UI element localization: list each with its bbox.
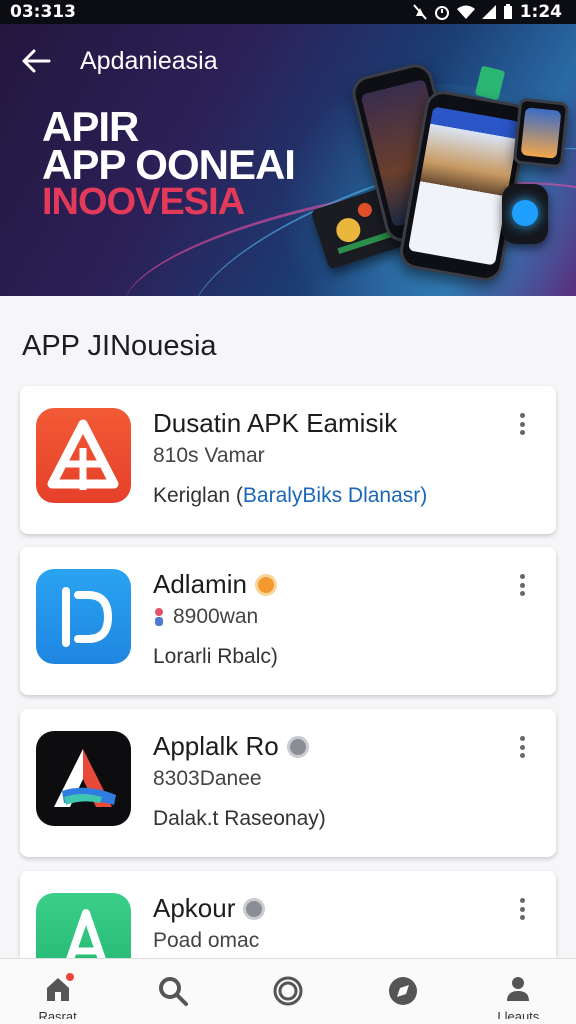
app-subtitle: 8303Danee bbox=[153, 767, 262, 790]
dot-icon bbox=[519, 582, 525, 588]
bottom-navigation: Rasrat Lleauts bbox=[0, 958, 576, 1024]
arrow-left-icon bbox=[22, 49, 51, 73]
more-options-button[interactable] bbox=[512, 571, 532, 599]
nav-item-search[interactable] bbox=[133, 975, 213, 1023]
triangle-logo-icon bbox=[36, 408, 131, 503]
back-button[interactable] bbox=[18, 46, 54, 76]
people-icon bbox=[155, 608, 163, 626]
d-logo-icon bbox=[36, 569, 131, 664]
dot-icon bbox=[519, 744, 525, 750]
nav-item-explore[interactable] bbox=[248, 975, 328, 1023]
app-name-text: Adlamin bbox=[153, 569, 247, 599]
page-title: Apdanieasia bbox=[80, 47, 218, 75]
status-bar: 03:313 1:24 bbox=[0, 0, 576, 24]
app-subtitle: 810s Vamar bbox=[153, 444, 265, 467]
battery-icon bbox=[503, 4, 512, 19]
dot-icon bbox=[519, 898, 525, 903]
hero-banner: Apdanieasia APIR APP OONEAI INOOVESIA bbox=[0, 24, 576, 296]
app-name: Dusatin APK Eamisik bbox=[153, 408, 397, 439]
status-clock: 1:24 bbox=[519, 2, 562, 22]
dot-icon bbox=[519, 413, 525, 418]
phone-illustration-small bbox=[512, 97, 570, 169]
hero-headline-line-3: INOOVESIA bbox=[42, 181, 245, 223]
nav-label: Rasrat bbox=[38, 1009, 77, 1019]
dot-icon bbox=[519, 915, 525, 920]
app-card[interactable]: Adlamin 8900wan Lorarli Rbalc) bbox=[20, 547, 556, 695]
nav-item-profile[interactable]: Lleauts bbox=[478, 975, 558, 1019]
app-name-text: Applalk Ro bbox=[153, 731, 279, 761]
search-icon bbox=[158, 977, 188, 1006]
hero-headline-line-2: APP OONEAI bbox=[42, 141, 296, 188]
more-options-button[interactable] bbox=[512, 410, 532, 438]
nav-item-compass[interactable] bbox=[363, 975, 443, 1023]
app-name: Adlamin bbox=[153, 569, 277, 600]
app-description: Dalak.t Raseonay) bbox=[153, 807, 326, 830]
dot-icon bbox=[519, 591, 525, 596]
app-subtitle-text: 8900wan bbox=[173, 605, 259, 628]
app-card[interactable]: Applalk Ro 8303Danee Dalak.t Raseonay) bbox=[20, 709, 556, 857]
mute-icon bbox=[412, 4, 427, 20]
nav-item-home[interactable]: Rasrat bbox=[18, 973, 98, 1019]
nav-label: Lleauts bbox=[497, 1009, 540, 1019]
profile-icon bbox=[507, 977, 530, 1001]
app-name: Apkour bbox=[153, 893, 266, 924]
alarm-icon bbox=[434, 6, 449, 20]
dot-icon bbox=[519, 574, 525, 579]
app-description-text: Keriglan ( bbox=[153, 484, 243, 507]
dot-icon bbox=[519, 753, 525, 758]
wifi-icon bbox=[456, 5, 475, 19]
app-subtitle: Poad omac bbox=[153, 929, 260, 952]
app-card[interactable]: Dusatin APK Eamisik 810s Vamar Keriglan … bbox=[20, 386, 556, 534]
app-description: Lorarli Rbalc) bbox=[153, 645, 278, 668]
more-options-button[interactable] bbox=[512, 733, 532, 761]
status-time: 03:313 bbox=[10, 2, 76, 22]
app-name: Applalk Ro bbox=[153, 731, 309, 762]
app-description: Keriglan (BaralyBiks Dlanasr) bbox=[153, 484, 427, 508]
status-icons: 1:24 bbox=[412, 2, 562, 22]
dot-icon bbox=[519, 736, 525, 741]
a-logo-icon bbox=[36, 731, 131, 826]
notification-dot bbox=[65, 973, 74, 981]
verified-badge-icon bbox=[286, 735, 309, 758]
compass-icon bbox=[389, 977, 418, 1005]
more-options-button[interactable] bbox=[512, 895, 532, 923]
dot-icon bbox=[519, 421, 525, 427]
app-name-text: Dusatin APK Eamisik bbox=[153, 408, 398, 438]
section-title: APP JINouesia bbox=[22, 330, 217, 362]
verified-badge-icon bbox=[243, 897, 266, 920]
verified-badge-icon bbox=[254, 573, 277, 596]
circle-icon bbox=[273, 976, 303, 1006]
app-subtitle: 8900wan bbox=[153, 605, 258, 629]
speaker-illustration bbox=[502, 184, 548, 244]
dot-icon bbox=[519, 906, 525, 912]
app-name-text: Apkour bbox=[153, 893, 236, 923]
signal-icon bbox=[481, 5, 496, 19]
dot-icon bbox=[519, 430, 525, 435]
app-description-link[interactable]: BaralyBiks Dlanasr) bbox=[243, 484, 427, 507]
